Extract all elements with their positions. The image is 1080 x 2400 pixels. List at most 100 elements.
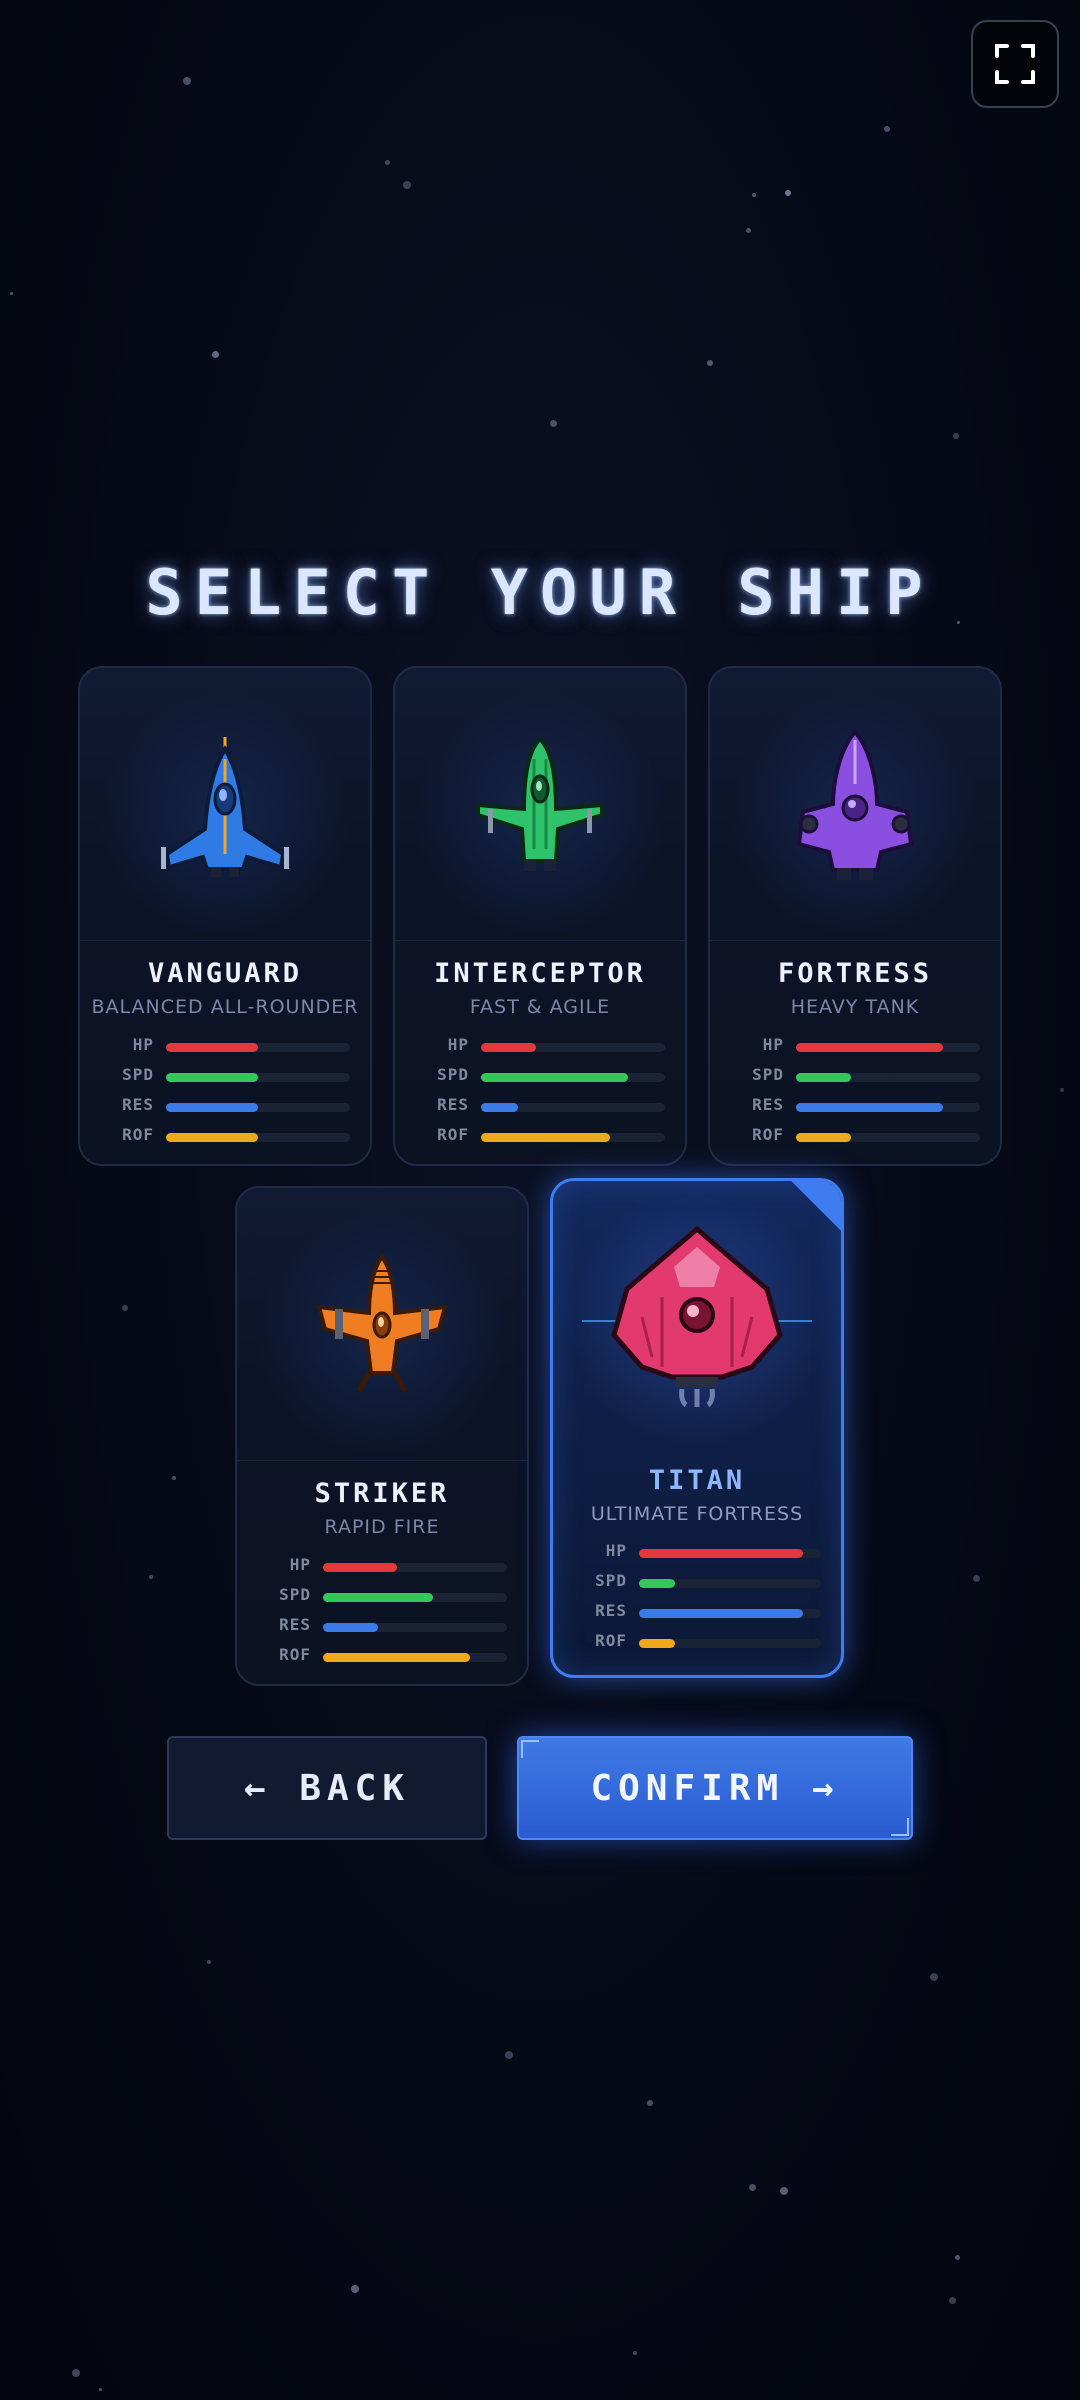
- stat-label: HP: [132, 1035, 154, 1054]
- ship-name: FORTRESS: [777, 958, 933, 989]
- stat-bar-fill: [796, 1073, 852, 1082]
- stat-label: RES: [595, 1601, 627, 1620]
- stat-row-res: RES: [553, 1599, 841, 1629]
- stat-row-res: RES: [237, 1613, 527, 1643]
- ship-card-interceptor[interactable]: INTERCEPTOR FAST & AGILE HP SPD RES ROF: [393, 666, 687, 1166]
- ship-subtitle: HEAVY TANK: [790, 996, 920, 1018]
- corner-tick: [891, 1818, 909, 1836]
- stat-label: SPD: [122, 1065, 154, 1084]
- stat-label: HP: [762, 1035, 784, 1054]
- stat-row-hp: HP: [80, 1033, 370, 1063]
- ship-card-titan[interactable]: TITAN ULTIMATE FORTRESS HP SPD RES ROF: [550, 1178, 844, 1678]
- ship-art-fortress: [710, 668, 1000, 941]
- confirm-button[interactable]: CONFIRM →: [517, 1736, 913, 1840]
- stat-label: RES: [437, 1095, 469, 1114]
- ship-art-interceptor: [395, 668, 685, 941]
- stat-bar-track: [166, 1043, 350, 1052]
- stat-bar-track: [323, 1623, 507, 1632]
- striker-ship-icon: [316, 1253, 448, 1393]
- stat-label: ROF: [437, 1125, 469, 1144]
- stat-bar-fill: [481, 1103, 518, 1112]
- ship-subtitle: FAST & AGILE: [469, 996, 611, 1018]
- stat-label: SPD: [595, 1571, 627, 1590]
- ship-name: STRIKER: [314, 1478, 450, 1509]
- stat-label: SPD: [279, 1585, 311, 1604]
- stat-row-hp: HP: [237, 1553, 527, 1583]
- stat-bar-fill: [166, 1043, 258, 1052]
- stat-bar-fill: [639, 1639, 676, 1648]
- stat-label: HP: [289, 1555, 311, 1574]
- stat-bar-track: [323, 1653, 507, 1662]
- stat-bar-track: [796, 1043, 980, 1052]
- ship-art-vanguard: [80, 668, 370, 941]
- stat-bar-track: [796, 1073, 980, 1082]
- stat-bar-fill: [796, 1103, 944, 1112]
- stat-row-spd: SPD: [553, 1569, 841, 1599]
- stat-row-rof: ROF: [80, 1123, 370, 1153]
- stat-bar-track: [166, 1103, 350, 1112]
- stat-label: SPD: [752, 1065, 784, 1084]
- stat-bar-track: [796, 1103, 980, 1112]
- stat-bar-track: [323, 1593, 507, 1602]
- stat-label: SPD: [437, 1065, 469, 1084]
- stat-bar-track: [639, 1579, 821, 1588]
- ship-subtitle: RAPID FIRE: [324, 1516, 440, 1538]
- stat-row-hp: HP: [553, 1539, 841, 1569]
- stat-bar-track: [639, 1549, 821, 1558]
- stat-bar-fill: [166, 1073, 258, 1082]
- stat-label: RES: [122, 1095, 154, 1114]
- stat-row-rof: ROF: [710, 1123, 1000, 1153]
- stat-bar-track: [166, 1073, 350, 1082]
- stat-label: RES: [752, 1095, 784, 1114]
- fullscreen-icon: [995, 44, 1035, 84]
- ship-card-striker[interactable]: STRIKER RAPID FIRE HP SPD RES ROF: [235, 1186, 529, 1686]
- ship-name: VANGUARD: [147, 958, 303, 989]
- stat-bar-fill: [639, 1549, 803, 1558]
- ship-card-vanguard[interactable]: VANGUARD BALANCED ALL-ROUNDER HP SPD RES RO…: [78, 666, 372, 1166]
- stat-row-spd: SPD: [395, 1063, 685, 1093]
- stat-row-spd: SPD: [237, 1583, 527, 1613]
- ship-art-striker: [237, 1188, 527, 1461]
- stat-bar-track: [481, 1043, 665, 1052]
- stat-bar-fill: [639, 1609, 803, 1618]
- ship-name: INTERCEPTOR: [434, 958, 646, 989]
- stat-bar-fill: [323, 1653, 471, 1662]
- stat-bar-track: [796, 1133, 980, 1142]
- stat-bar-fill: [796, 1133, 852, 1142]
- stat-bar-fill: [323, 1623, 379, 1632]
- stat-bar-track: [481, 1073, 665, 1082]
- ship-card-fortress[interactable]: FORTRESS HEAVY TANK HP SPD RES ROF: [708, 666, 1002, 1166]
- vanguard-ship-icon: [161, 737, 289, 877]
- stat-bar-fill: [639, 1579, 676, 1588]
- stat-label: RES: [279, 1615, 311, 1634]
- ship-subtitle: BALANCED ALL-ROUNDER: [91, 996, 359, 1018]
- fullscreen-button[interactable]: [971, 20, 1059, 108]
- corner-tick: [521, 1740, 539, 1758]
- stat-row-rof: ROF: [395, 1123, 685, 1153]
- stat-bar-fill: [481, 1133, 610, 1142]
- fortress-ship-icon: [796, 728, 914, 880]
- stat-label: HP: [605, 1541, 627, 1560]
- stat-row-res: RES: [80, 1093, 370, 1123]
- stat-label: ROF: [752, 1125, 784, 1144]
- stat-bar-fill: [166, 1103, 258, 1112]
- stat-bar-track: [639, 1609, 821, 1618]
- back-button[interactable]: ← BACK: [167, 1736, 487, 1840]
- stat-row-hp: HP: [710, 1033, 1000, 1063]
- stat-bar-track: [639, 1639, 821, 1648]
- stat-label: HP: [447, 1035, 469, 1054]
- ship-name: TITAN: [648, 1465, 746, 1496]
- stat-row-hp: HP: [395, 1033, 685, 1063]
- stat-row-spd: SPD: [710, 1063, 1000, 1093]
- stat-row-res: RES: [395, 1093, 685, 1123]
- titan-ship-icon: [582, 1225, 812, 1408]
- stat-label: ROF: [279, 1645, 311, 1664]
- interceptor-ship-icon: [476, 736, 604, 871]
- ship-art-titan: [553, 1181, 841, 1453]
- stat-bar-track: [481, 1103, 665, 1112]
- stat-bar-fill: [323, 1563, 397, 1572]
- stat-label: ROF: [122, 1125, 154, 1144]
- stat-row-rof: ROF: [237, 1643, 527, 1673]
- stat-bar-fill: [481, 1073, 629, 1082]
- stat-bar-fill: [796, 1043, 944, 1052]
